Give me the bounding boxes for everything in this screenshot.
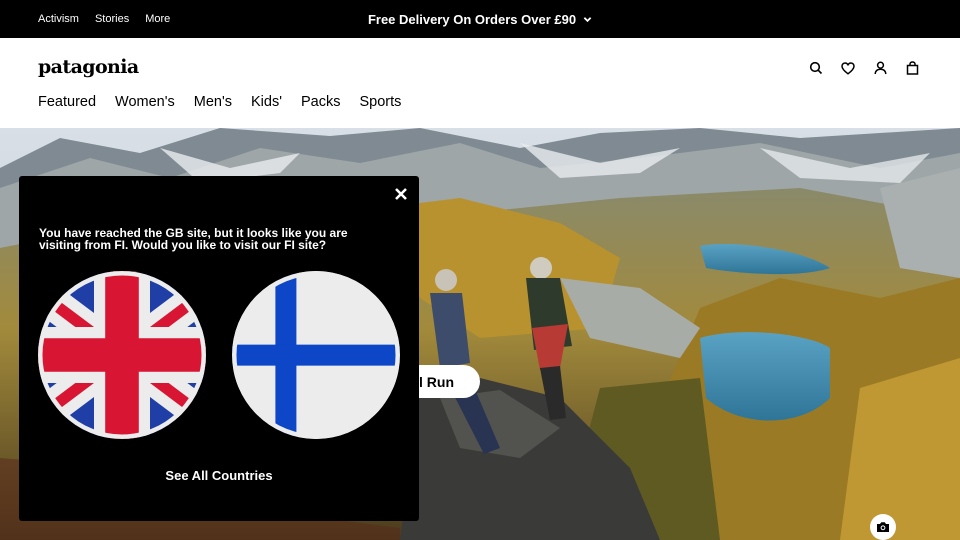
bag-icon[interactable] <box>904 60 920 76</box>
utility-bar: Activism Stories More Free Delivery On O… <box>0 0 960 38</box>
nav-item-mens[interactable]: Men's <box>194 94 232 110</box>
country-redirect-modal: You have reached the GB site, but it loo… <box>19 176 419 521</box>
close-icon[interactable] <box>391 184 411 204</box>
account-icon[interactable] <box>872 60 888 76</box>
patagonia-logo[interactable]: patagonia <box>38 56 139 78</box>
promo-banner[interactable]: Free Delivery On Orders Over £90 <box>0 0 960 38</box>
nav-item-kids[interactable]: Kids' <box>251 94 282 110</box>
nav-item-womens[interactable]: Women's <box>115 94 175 110</box>
heart-icon[interactable] <box>840 60 856 76</box>
camera-icon[interactable] <box>870 514 896 540</box>
see-all-countries-link[interactable]: See All Countries <box>19 468 419 483</box>
header-icons <box>808 60 920 76</box>
gb-flag[interactable] <box>38 271 206 439</box>
search-icon[interactable] <box>808 60 824 76</box>
promo-text: Free Delivery On Orders Over £90 <box>367 11 577 27</box>
nav-item-packs[interactable]: Packs <box>301 94 341 110</box>
redirect-message: You have reached the GB site, but it loo… <box>39 226 348 252</box>
main-nav: Featured Women's Men's Kids' Packs Sport… <box>38 94 420 110</box>
fi-flag[interactable] <box>232 271 400 439</box>
chevron-down-icon <box>583 16 592 22</box>
nav-item-featured[interactable]: Featured <box>38 94 96 110</box>
nav-item-sports[interactable]: Sports <box>359 94 401 110</box>
site-header: patagonia Featured Women's Men's Kids' P… <box>0 38 960 128</box>
